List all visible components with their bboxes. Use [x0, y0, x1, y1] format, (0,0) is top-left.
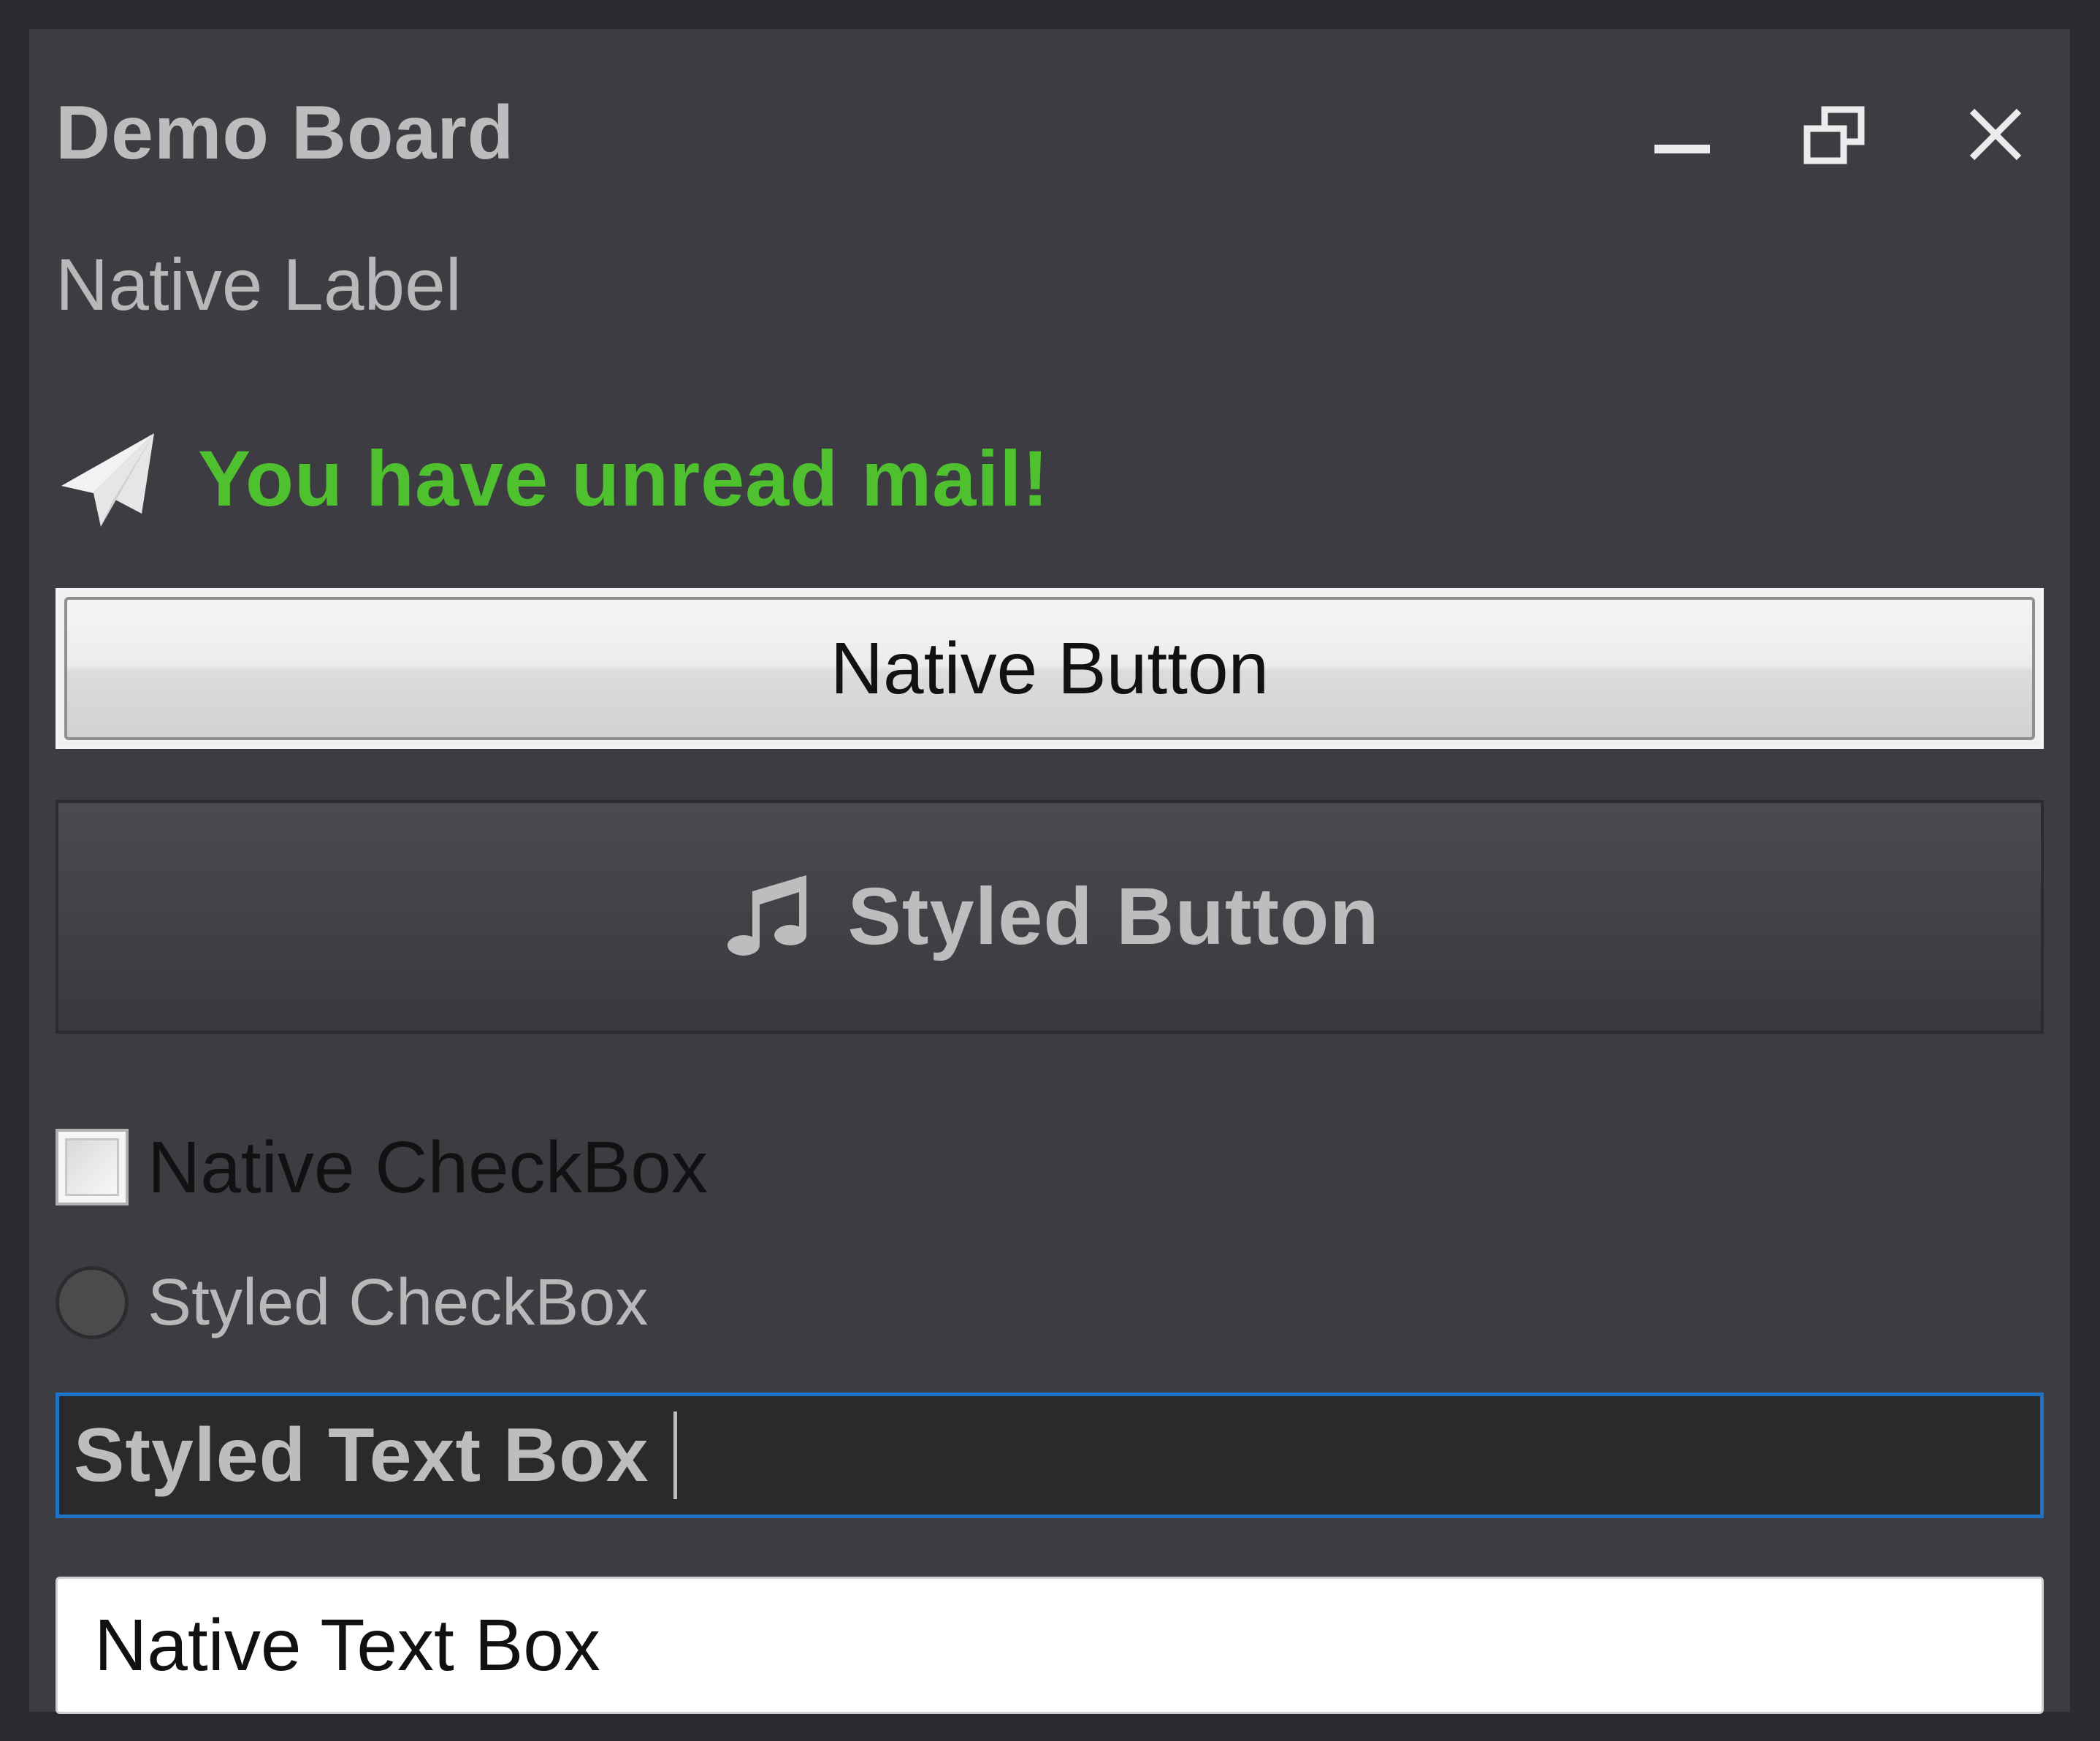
native-button-label: Native Button [64, 597, 2035, 740]
styled-checkbox-label: Styled CheckBox [148, 1265, 649, 1339]
restore-icon [1782, 88, 1885, 190]
demo-board-window: Demo Board Native Label You have unread … [29, 29, 2070, 1714]
styled-checkbox-circle[interactable] [56, 1265, 129, 1339]
native-checkbox-label: Native CheckBox [148, 1126, 708, 1208]
restore-button[interactable] [1782, 88, 1885, 190]
minimize-button[interactable] [1625, 88, 1727, 190]
text-caret [673, 1412, 678, 1499]
native-label: Native Label [56, 244, 462, 326]
minimize-icon [1625, 88, 1727, 190]
native-text-box[interactable]: Native Text Box [56, 1577, 2044, 1714]
close-icon [1943, 88, 2045, 190]
close-button[interactable] [1943, 88, 2045, 190]
styled-button-label: Styled Button [847, 872, 1380, 961]
native-button[interactable]: Native Button [56, 588, 2044, 749]
native-checkbox[interactable]: Native CheckBox [56, 1125, 708, 1209]
styled-text-box-value: Styled Text Box [74, 1413, 649, 1498]
unread-mail-text: You have unread mail! [198, 434, 1050, 522]
styled-checkbox[interactable]: Styled CheckBox [56, 1260, 648, 1344]
native-checkbox-fill [65, 1138, 119, 1196]
music-note-icon [720, 869, 815, 964]
native-checkbox-box[interactable] [56, 1129, 129, 1205]
styled-text-box[interactable]: Styled Text Box [56, 1393, 2044, 1518]
native-text-box-value: Native Text Box [94, 1604, 600, 1686]
unread-mail-notice: You have unread mail! [56, 427, 1049, 530]
paper-plane-icon [56, 426, 161, 532]
window-title: Demo Board [56, 91, 515, 175]
styled-button[interactable]: Styled Button [56, 800, 2044, 1034]
